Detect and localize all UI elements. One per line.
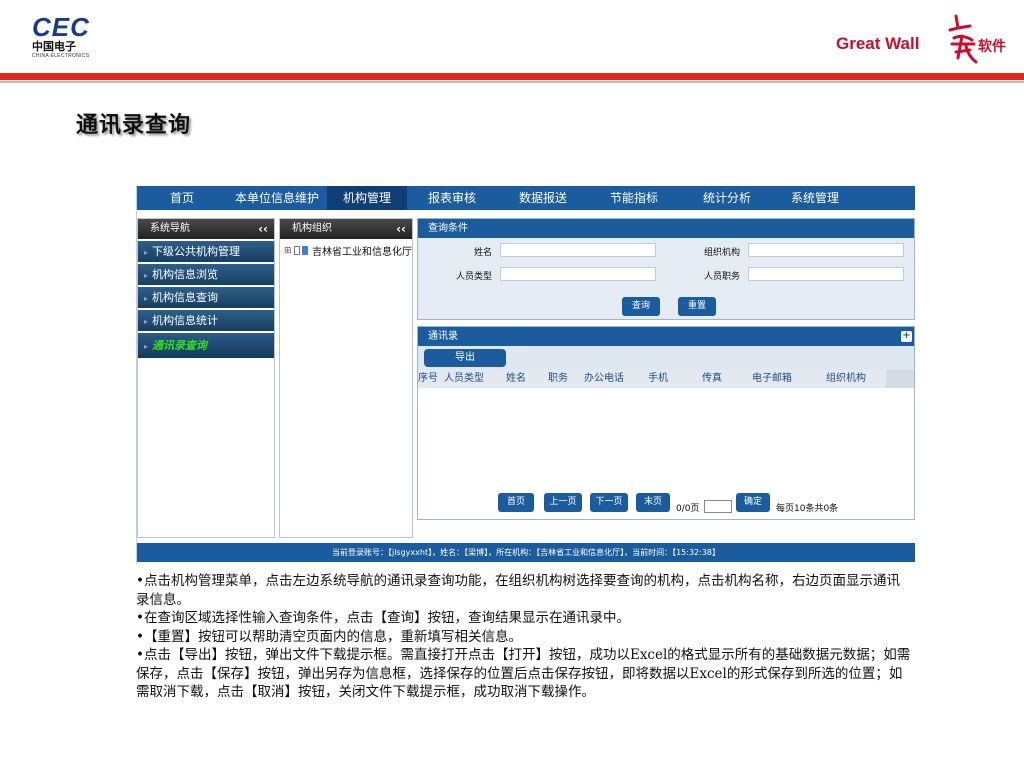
position-label: 人员职务 — [703, 272, 740, 282]
system-nav-title: 系统导航 — [150, 223, 190, 234]
sidebar-item-org-query[interactable]: ▸ 机构信息查询 — [138, 287, 274, 308]
query-row-2: 人员类型 人员职务 — [418, 262, 914, 286]
column-mobile[interactable]: 手机 — [648, 370, 702, 388]
org-tree-panel: 机构组织 ‹‹ ⊞ 吉林省工业和信息化厅 — [279, 218, 413, 538]
last-page-button[interactable]: 末页 — [636, 493, 670, 512]
page-title: 通讯录查询 — [76, 113, 192, 138]
page-number-input[interactable] — [704, 500, 732, 513]
great-wall-emblem-icon — [948, 14, 978, 64]
next-page-button[interactable]: 下一页 — [590, 493, 628, 512]
prev-page-button[interactable]: 上一页 — [544, 493, 582, 512]
page-info: 0/0页 — [676, 504, 700, 514]
pager: 首页 上一页 下一页 末页 0/0页 确定 每页10条共0条 — [498, 491, 918, 515]
person-type-input[interactable] — [500, 267, 656, 281]
column-email[interactable]: 电子邮箱 — [752, 370, 826, 388]
cec-logo-en: CHINA ELECTRONICS — [32, 53, 90, 59]
great-wall-logo: Great Wall 软件 — [836, 14, 1006, 64]
header-red-bar — [0, 73, 1024, 80]
column-fax[interactable]: 传真 — [702, 370, 752, 388]
nav-unit-info[interactable]: 本单位信息维护 — [227, 186, 327, 210]
sidebar-item-label: 机构信息统计 — [152, 314, 219, 327]
cec-logo-mark: CEC — [32, 12, 90, 42]
great-wall-logo-text: Great Wall — [836, 34, 920, 53]
contacts-panel-header: 通讯录 + — [418, 327, 914, 346]
description-bullet: •点击机构管理菜单，点击左边系统导航的通讯录查询功能，在组织机构树选择要查询的机… — [136, 573, 900, 608]
nav-report-review[interactable]: 报表审核 — [407, 186, 497, 210]
search-button[interactable]: 查询 — [622, 297, 660, 316]
contacts-toolbar: 导出 — [418, 346, 914, 370]
expand-plus-icon[interactable]: ⊞ — [284, 246, 292, 256]
arrow-icon: ▸ — [144, 271, 149, 280]
status-bar: 当前登录账号：【jlsgyxxht】，姓名：【梁博】，所在机构：【吉林省工业和信… — [137, 543, 915, 562]
description-bullet: •【重置】按钮可以帮助清空页面内的信息，重新填写相关信息。 — [136, 628, 522, 645]
org-tree-header: 机构组织 ‹‹ — [280, 219, 412, 239]
sidebar-item-sub-org-management[interactable]: ▸ 下级公共机构管理 — [138, 241, 274, 262]
collapse-left-icon[interactable]: ‹‹ — [396, 219, 406, 239]
reset-button[interactable]: 重置 — [678, 297, 716, 316]
sidebar-item-label: 通讯录查询 — [152, 339, 208, 352]
description: •点击机构管理菜单，点击左边系统导航的通讯录查询功能，在组织机构树选择要查询的机… — [136, 572, 912, 702]
sidebar-item-org-browse[interactable]: ▸ 机构信息浏览 — [138, 264, 274, 285]
nav-system-admin[interactable]: 系统管理 — [775, 186, 855, 210]
grid-header-filler — [886, 370, 914, 388]
confirm-page-button[interactable]: 确定 — [736, 493, 770, 512]
description-bullet: •在查询区域选择性输入查询条件，点击【查询】按钮，查询结果显示在通讯录中。 — [136, 610, 630, 626]
arrow-icon: ▸ — [144, 317, 149, 326]
export-button[interactable]: 导出 — [424, 349, 506, 367]
column-org[interactable]: 组织机构 — [826, 370, 886, 388]
query-row-1: 姓名 组织机构 — [418, 238, 914, 262]
nav-data-submit[interactable]: 数据报送 — [497, 186, 589, 210]
arrow-icon: ▸ — [144, 248, 149, 257]
person-type-label: 人员类型 — [455, 272, 492, 282]
column-name[interactable]: 姓名 — [506, 370, 548, 388]
first-page-button[interactable]: 首页 — [498, 493, 534, 512]
position-input[interactable] — [748, 267, 904, 281]
great-wall-logo-soft: 软件 — [978, 39, 1006, 55]
expand-plus-icon[interactable]: + — [901, 331, 912, 342]
system-nav-panel: 系统导航 ‹‹ ▸ 下级公共机构管理 ▸ 机构信息浏览 ▸ 机构信息查询 ▸ 机构信息统… — [137, 218, 275, 538]
sidebar-item-label: 下级公共机构管理 — [152, 245, 241, 258]
column-office-phone[interactable]: 办公电话 — [584, 370, 648, 388]
contacts-grid-header: 序号 人员类型 姓名 职务 办公电话 手机 传真 电子邮箱 组织机构 — [418, 370, 914, 388]
header-red-bar-thin — [0, 81, 1024, 83]
sidebar-item-label: 机构信息浏览 — [152, 268, 219, 281]
app-screenshot: 首页 本单位信息维护 机构管理 报表审核 数据报送 节能指标 统计分析 系统管理… — [136, 186, 915, 564]
name-input[interactable] — [500, 243, 656, 257]
arrow-icon: ▸ — [144, 342, 149, 351]
column-index[interactable]: 序号 — [418, 370, 444, 388]
nav-energy-index[interactable]: 节能指标 — [589, 186, 679, 210]
nav-home[interactable]: 首页 — [137, 186, 227, 210]
cec-logo-cn: 中国电子 — [32, 40, 76, 53]
contacts-panel: 通讯录 + 导出 序号 人员类型 姓名 职务 办公电话 手机 传真 电子邮箱 组… — [417, 326, 915, 520]
name-label: 姓名 — [473, 248, 492, 258]
nav-org-management[interactable]: 机构管理 — [327, 186, 407, 210]
sidebar-item-label: 机构信息查询 — [152, 291, 219, 304]
tree-node[interactable]: ⊞ 吉林省工业和信息化厅 — [280, 243, 412, 259]
query-panel-title: 查询条件 — [418, 219, 914, 238]
tree-node-label[interactable]: 吉林省工业和信息化厅 — [312, 243, 412, 258]
contacts-panel-title: 通讯录 — [428, 331, 458, 342]
pager-summary: 每页10条共0条 — [776, 504, 839, 514]
org-input[interactable] — [748, 243, 904, 257]
folder-icon — [301, 246, 308, 255]
org-label: 组织机构 — [703, 248, 740, 258]
nav-statistics[interactable]: 统计分析 — [679, 186, 775, 210]
system-nav-header: 系统导航 ‹‹ — [138, 219, 274, 239]
tree-checkbox[interactable] — [293, 246, 300, 255]
sidebar-item-contacts-query[interactable]: ▸ 通讯录查询 — [138, 333, 274, 358]
collapse-left-icon[interactable]: ‹‹ — [258, 219, 268, 239]
column-person-type[interactable]: 人员类型 — [444, 370, 506, 388]
query-panel: 查询条件 姓名 组织机构 人员类型 人员职务 查询 重置 — [417, 218, 915, 320]
cec-logo: CEC 中国电子 CHINA ELECTRONICS — [32, 14, 102, 66]
column-position[interactable]: 职务 — [548, 370, 584, 388]
description-bullet: •点击【导出】按钮，弹出文件下载提示框。需直接打开点击【打开】按钮，成功以Exc… — [136, 647, 911, 700]
arrow-icon: ▸ — [144, 294, 149, 303]
sidebar-item-org-statistics[interactable]: ▸ 机构信息统计 — [138, 310, 274, 331]
org-tree-title: 机构组织 — [292, 223, 332, 234]
top-nav: 首页 本单位信息维护 机构管理 报表审核 数据报送 节能指标 统计分析 系统管理 — [137, 186, 915, 210]
